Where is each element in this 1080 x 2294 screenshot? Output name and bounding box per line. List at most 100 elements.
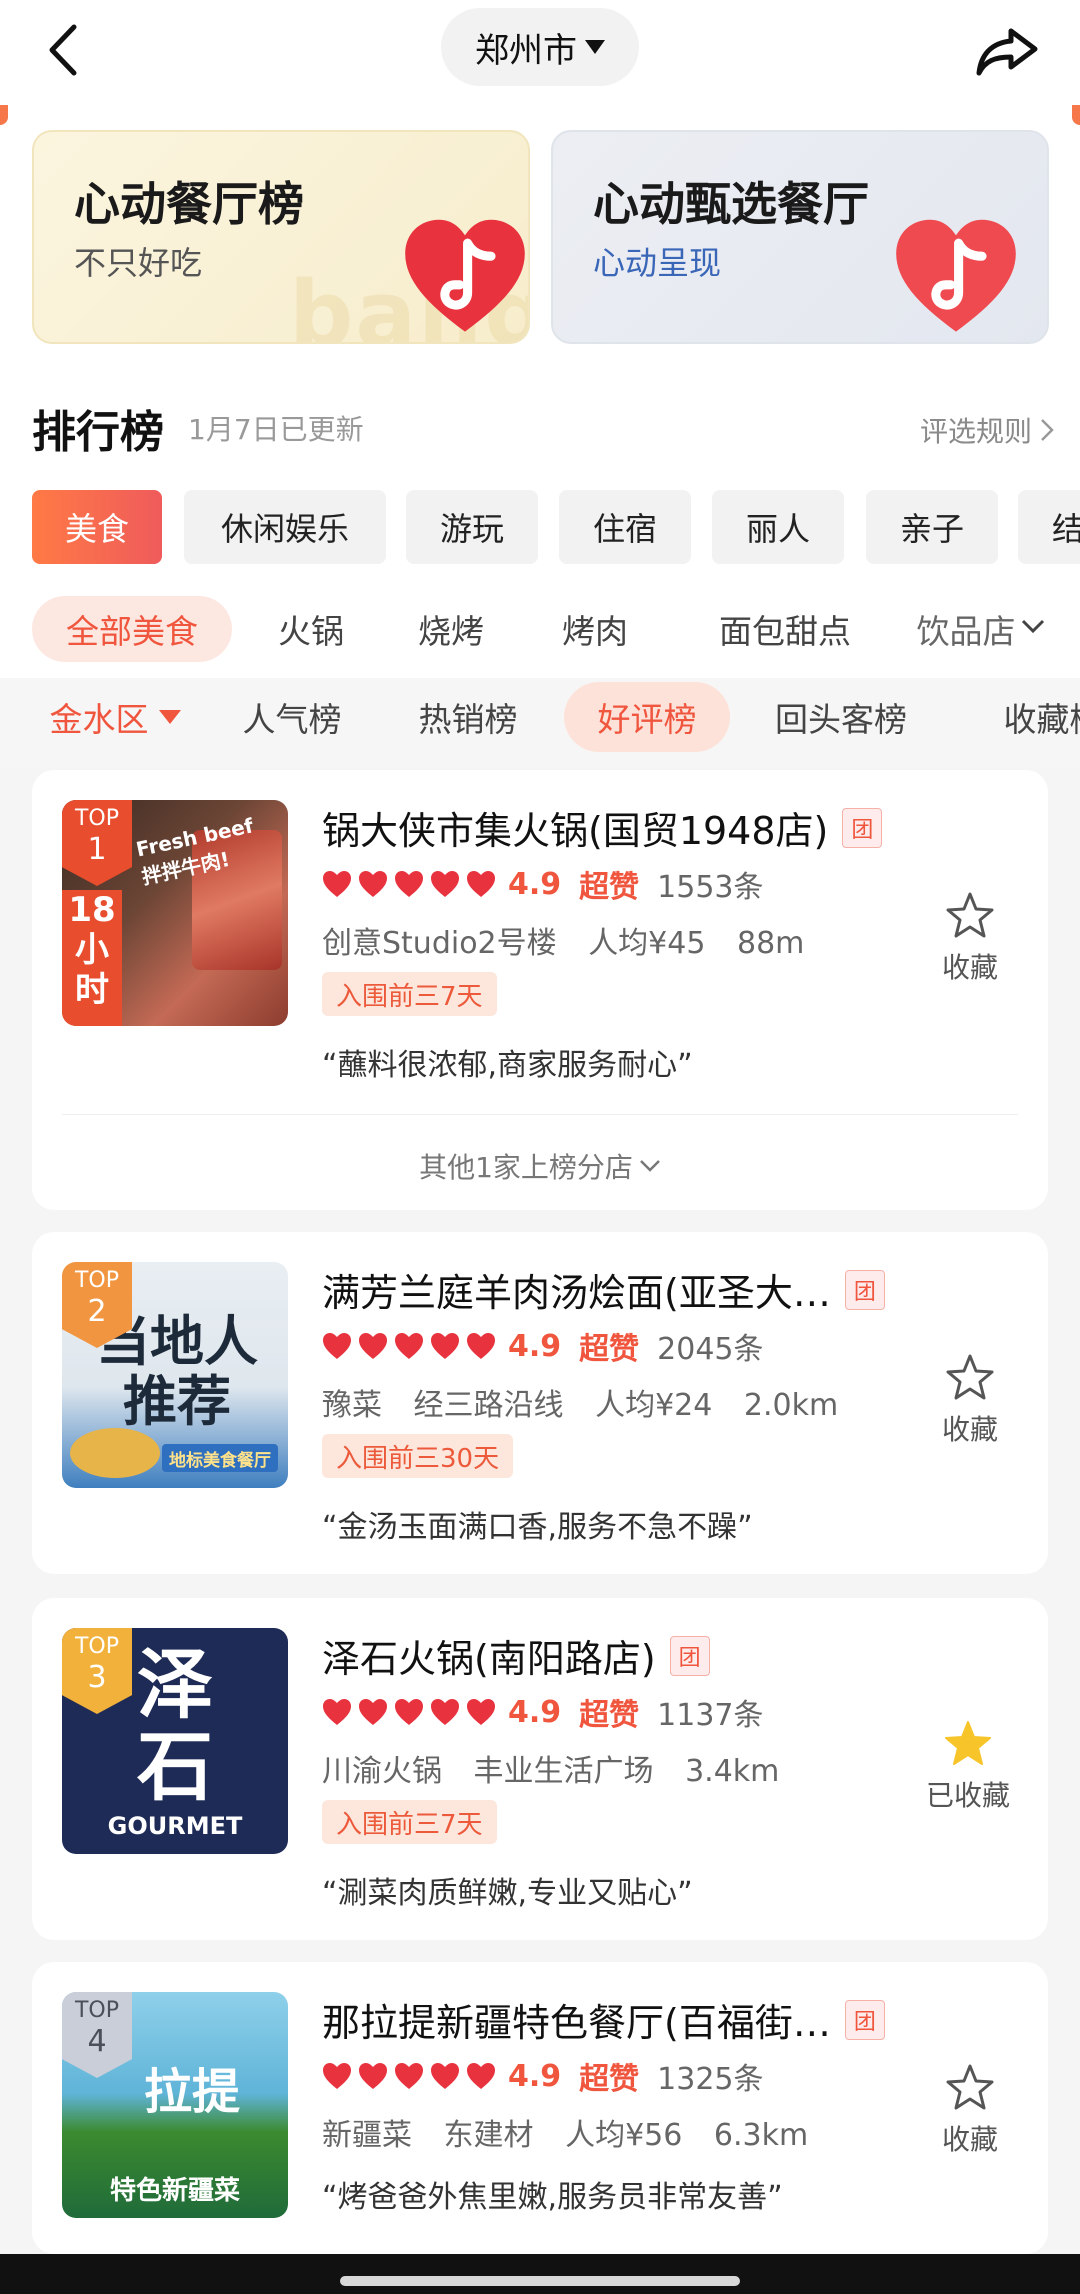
heart-icon <box>467 1699 495 1725</box>
heart-icon <box>431 871 459 897</box>
favorite-button[interactable]: 收藏 <box>922 2062 1018 2158</box>
subtab-drinks[interactable]: 饮品店 <box>906 596 1026 662</box>
meta-distance: 2.0km <box>743 1388 839 1423</box>
subtab-all-food[interactable]: 全部美食 <box>32 596 232 662</box>
favorite-label: 收藏 <box>941 1413 998 1446</box>
favorite-label: 收藏 <box>941 951 998 984</box>
rating-score: 4.9 <box>508 2058 562 2094</box>
ranking-tag: 入围前三7天 <box>322 972 497 1016</box>
restaurant-thumbnail: 拉提 特色新疆菜 TOP 4 <box>62 1992 288 2218</box>
thumb-text: 拉提 <box>143 2064 240 2120</box>
restaurant-name: 泽石火锅(南阳路店) <box>322 1637 656 1681</box>
review-quote: “金汤玉面满口香,服务不急不躁” <box>322 1510 753 1545</box>
banner-xindong-list[interactable]: bang! 心动餐厅榜 不只好吃 <box>32 130 530 344</box>
group-buy-badge: 团 <box>669 1635 710 1676</box>
meta-area: 经三路沿线 <box>413 1388 564 1423</box>
review-count: 1553条 <box>657 870 764 905</box>
banner-title: 心动甄选餐厅 <box>593 177 869 231</box>
tab-kids[interactable]: 亲子 <box>866 490 998 564</box>
subtab-hotpot[interactable]: 火锅 <box>256 596 366 662</box>
subtab-bakery[interactable]: 面包甜点 <box>690 596 880 662</box>
home-indicator[interactable] <box>340 2276 740 2286</box>
tab-play[interactable]: 游玩 <box>406 490 538 564</box>
favorite-button[interactable]: 已收藏 <box>908 1718 1028 1814</box>
review-count: 2045条 <box>657 1332 764 1367</box>
meta-price: 人均¥24 <box>595 1388 713 1423</box>
restaurant-name-row: 满芳兰庭羊肉汤烩面(亚圣大… 团 <box>322 1262 885 1317</box>
subtab-bbq[interactable]: 烧烤 <box>396 596 506 662</box>
restaurant-meta: 创意Studio2号楼 人均¥45 88m <box>322 918 826 962</box>
thumb-caption: 地标美食餐厅 <box>162 1444 278 1472</box>
rating-row: 4.9 超赞 1325条 <box>322 2054 764 2098</box>
tab-wedding[interactable]: 结 <box>1018 490 1080 564</box>
restaurant-thumbnail: 泽 石 GOURMET TOP 3 <box>62 1628 288 1854</box>
favorite-button[interactable]: 收藏 <box>922 1352 1018 1448</box>
restaurant-name-row: 锅大侠市集火锅(国贸1948店) 团 <box>322 800 883 855</box>
meta-location: 创意Studio2号楼 <box>322 926 557 961</box>
accent-edge <box>1072 105 1080 125</box>
subtab-grill[interactable]: 烤肉 <box>540 596 650 662</box>
restaurant-card[interactable]: 泽 石 GOURMET TOP 3 泽石火锅(南阳路店) 团 4.9 超赞 11… <box>32 1598 1048 1940</box>
chevron-left-icon <box>49 24 77 76</box>
city-selector[interactable]: 郑州市 <box>441 8 639 86</box>
restaurant-meta: 豫菜 经三路沿线 人均¥24 2.0km <box>322 1380 860 1424</box>
review-count: 1325条 <box>657 2062 764 2097</box>
back-button[interactable] <box>34 20 94 80</box>
restaurant-card[interactable]: 当地人 推荐 地标美食餐厅 TOP 2 满芳兰庭羊肉汤烩面(亚圣大… 团 4.9… <box>32 1232 1048 1574</box>
tab-leisure[interactable]: 休闲娱乐 <box>184 490 386 564</box>
meta-distance: 6.3km <box>713 2118 809 2153</box>
caret-down-icon <box>158 710 181 724</box>
chevron-down-icon <box>640 1160 660 1172</box>
meta-distance: 3.4km <box>685 1754 780 1789</box>
chevron-down-icon[interactable] <box>1020 618 1046 634</box>
filter-tabs: 金水区 人气榜 热销榜 好评榜 回头客榜 收藏榜 <box>0 678 1080 768</box>
tab-hotel[interactable]: 住宿 <box>559 490 691 564</box>
thumb-text: 小 <box>75 930 109 970</box>
banner-subtitle: 心动呈现 <box>593 244 722 282</box>
thumb-text: 时 <box>75 970 109 1010</box>
rating-praise: 超赞 <box>579 2062 640 2097</box>
filter-repeat-customers[interactable]: 回头客榜 <box>766 682 916 752</box>
review-quote: “烤爸爸外焦里嫩,服务员非常友善” <box>322 2180 783 2215</box>
heart-icon <box>395 1333 423 1359</box>
more-branches-link[interactable]: 其他1家上榜分店 <box>32 1146 1048 1186</box>
rules-link[interactable]: 评选规则 <box>920 410 1054 450</box>
district-dropdown[interactable]: 金水区 <box>40 682 190 752</box>
ranking-tag: 入围前三30天 <box>322 1434 514 1478</box>
thumb-text: 18 <box>68 890 116 930</box>
heart-icon <box>395 1699 423 1725</box>
rating-score: 4.9 <box>508 1694 562 1730</box>
bottom-bar <box>0 2254 1080 2294</box>
share-button[interactable] <box>972 22 1042 82</box>
heart-icon <box>323 1699 351 1725</box>
favorite-button[interactable]: 收藏 <box>922 890 1018 986</box>
thumb-caption: 特色新疆菜 <box>109 2176 240 2206</box>
group-buy-badge: 团 <box>844 1269 885 1310</box>
ranking-tag: 入围前三7天 <box>322 1800 497 1844</box>
restaurant-card[interactable]: 18 小 时 Fresh beef 拌拌牛肉! TOP 1 锅大侠市集火锅(国贸… <box>32 770 1048 1210</box>
rating-praise: 超赞 <box>579 870 640 905</box>
filter-favorites[interactable]: 收藏榜 <box>978 682 1080 752</box>
thumb-text: 石 <box>137 1722 213 1811</box>
tab-beauty[interactable]: 丽人 <box>712 490 844 564</box>
tab-food[interactable]: 美食 <box>32 490 162 564</box>
filter-top-rated[interactable]: 好评榜 <box>564 682 730 752</box>
heart-icon <box>395 2063 423 2089</box>
category-tabs: 美食 休闲娱乐 游玩 住宿 丽人 亲子 结 <box>0 480 1080 582</box>
heart-icon <box>467 871 495 897</box>
review-quote: “蘸料很浓郁,商家服务耐心” <box>322 1048 693 1083</box>
restaurant-card[interactable]: 拉提 特色新疆菜 TOP 4 那拉提新疆特色餐厅(百福街… 团 4.9 超赞 1… <box>32 1962 1048 2254</box>
rating-score: 4.9 <box>508 1328 562 1364</box>
group-buy-badge: 团 <box>842 807 883 848</box>
rating-praise: 超赞 <box>579 1332 640 1367</box>
banner-xindong-selected[interactable]: 心动甄选餐厅 心动呈现 <box>551 130 1049 344</box>
filter-popular[interactable]: 人气榜 <box>232 682 352 752</box>
rank-label: TOP <box>74 1634 120 1659</box>
divider <box>62 1114 1018 1115</box>
heart-icon <box>323 871 351 897</box>
filter-hot-sale[interactable]: 热销榜 <box>408 682 528 752</box>
banner-subtitle: 不只好吃 <box>74 244 203 282</box>
favorite-label: 已收藏 <box>925 1779 1010 1812</box>
restaurant-thumbnail: 18 小 时 Fresh beef 拌拌牛肉! TOP 1 <box>62 800 288 1026</box>
rank-number: 3 <box>87 1660 107 1695</box>
